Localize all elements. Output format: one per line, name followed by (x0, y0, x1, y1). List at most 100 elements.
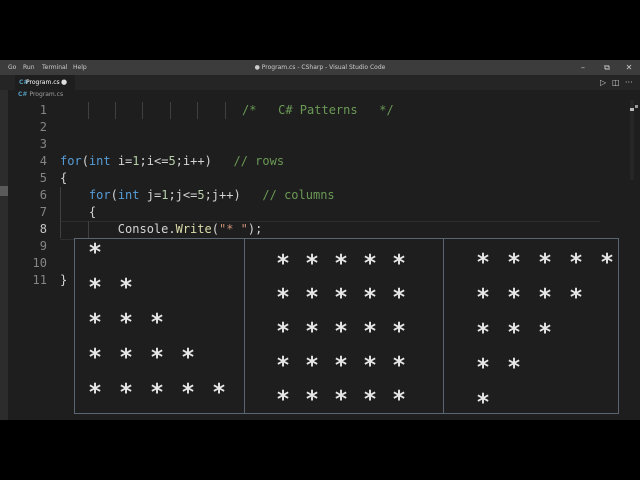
code-brace: { (88, 205, 97, 219)
code-class: Console (117, 222, 169, 236)
code-method: Write (175, 222, 212, 236)
left-pattern-star: * (119, 345, 133, 371)
code-line-1[interactable]: /* C# Patterns */ (242, 102, 394, 119)
restore-button[interactable]: ⧉ (598, 60, 616, 75)
breadcrumb-file[interactable]: Program.cs (29, 91, 63, 98)
code-line-7[interactable]: { (60, 204, 96, 221)
pattern-output-panel: * * * * * * * * * * * * * * * * * * * * * * * * * * * * * * * * * * * * * * * *… (74, 238, 619, 416)
middle-pattern-star: * (276, 319, 290, 345)
left-pattern-star: * (119, 380, 133, 406)
code-comment: // columns (262, 188, 335, 202)
code-line-6[interactable]: for(int j=1;j<=5;j++) // columns (60, 187, 335, 204)
code-line-4[interactable]: for(int i=1;i<=5;i++) // rows (60, 153, 284, 170)
indent-guide (225, 102, 226, 119)
middle-pattern-star: * (305, 251, 319, 277)
line-number: 11 (32, 273, 47, 287)
keyword-for: for (60, 154, 82, 168)
tab-program-cs[interactable]: C# Program.cs ● (15, 75, 75, 90)
indent-guide (170, 102, 171, 119)
left-pattern-star: * (88, 275, 102, 301)
indent-guide (142, 102, 143, 119)
code-brace: { (60, 171, 68, 185)
minimize-button[interactable]: – (574, 60, 592, 75)
middle-pattern-star: * (392, 353, 406, 379)
code-number: 5 (197, 188, 205, 202)
unsaved-dot-icon[interactable]: ● (61, 75, 67, 90)
code-brace: } (60, 273, 68, 287)
code-comment: // rows (233, 154, 285, 168)
code-dot: . (168, 222, 176, 236)
activity-indicator[interactable] (0, 186, 8, 196)
line-number-active: 8 (39, 222, 47, 236)
right-pattern-star: * (476, 320, 490, 346)
middle-pattern-star: * (305, 387, 319, 413)
split-editor-icon[interactable]: ◫ (612, 75, 620, 90)
right-pattern-star: * (507, 250, 521, 276)
line-number: 10 (32, 256, 47, 270)
line-number: 2 (39, 120, 47, 134)
code-text: ;j<= (168, 188, 198, 202)
left-pattern-star: * (150, 345, 164, 371)
code-string: "* " (218, 222, 248, 236)
window-title: ● Program.cs - CSharp - Visual Studio Co… (254, 64, 386, 71)
panel-divider (244, 239, 245, 413)
middle-pattern-star: * (363, 251, 377, 277)
code-line-8[interactable]: Console.Write("* "); (60, 221, 263, 238)
code-line-11[interactable]: } (60, 272, 67, 289)
run-icon[interactable]: ▷ (600, 75, 606, 90)
middle-pattern-star: * (334, 285, 348, 311)
code-line-5[interactable]: { (60, 170, 67, 187)
code-paren: ( (81, 154, 89, 168)
middle-pattern-star: * (392, 387, 406, 413)
left-pattern-star: * (88, 310, 102, 336)
left-pattern-star: * (150, 380, 164, 406)
code-paren: ( (211, 222, 219, 236)
indent-guide (88, 102, 89, 119)
more-actions-icon[interactable]: ··· (625, 75, 633, 90)
middle-pattern-star: * (276, 387, 290, 413)
scrollbar-marker[interactable] (635, 105, 638, 108)
middle-pattern-star: * (305, 353, 319, 379)
middle-pattern-star: * (276, 285, 290, 311)
breadcrumb[interactable]: C# Program.cs (18, 91, 63, 98)
left-pattern-star: * (181, 380, 195, 406)
middle-pattern-star: * (334, 387, 348, 413)
minimap-slider[interactable] (630, 108, 634, 111)
left-pattern-star: * (88, 240, 102, 266)
middle-pattern-star: * (305, 319, 319, 345)
left-pattern-star: * (119, 275, 133, 301)
middle-pattern-star: * (334, 251, 348, 277)
line-number: 7 (39, 205, 47, 219)
line-number: 4 (39, 154, 47, 168)
csharp-file-icon: C# (18, 91, 28, 98)
minimap[interactable] (630, 100, 634, 180)
close-button[interactable]: ✕ (620, 60, 638, 75)
tab-bar: C# Program.cs ● ▷ ◫ ··· (0, 75, 640, 90)
right-pattern-star: * (476, 285, 490, 311)
code-paren: ( (110, 188, 118, 202)
middle-pattern-star: * (334, 353, 348, 379)
right-pattern-star: * (476, 355, 490, 381)
right-pattern-star: * (538, 285, 552, 311)
right-pattern-star: * (507, 355, 521, 381)
activity-bar (0, 90, 8, 420)
panel-divider (443, 239, 444, 413)
right-pattern-star: * (538, 320, 552, 346)
keyword-int: int (117, 188, 140, 202)
code-comment: /* C# Patterns */ (242, 103, 394, 117)
code-text: i= (110, 154, 133, 168)
right-pattern-star: * (600, 250, 614, 276)
left-pattern-star: * (88, 380, 102, 406)
line-number: 3 (39, 137, 47, 151)
right-pattern-star: * (476, 390, 490, 416)
middle-pattern-star: * (305, 285, 319, 311)
code-number: 5 (168, 154, 176, 168)
right-pattern-star: * (507, 320, 521, 346)
line-number: 1 (39, 103, 47, 117)
menu-bar: Go Run Terminal Help ● Program.cs - CSha… (0, 60, 640, 75)
indent-guide (197, 102, 198, 119)
